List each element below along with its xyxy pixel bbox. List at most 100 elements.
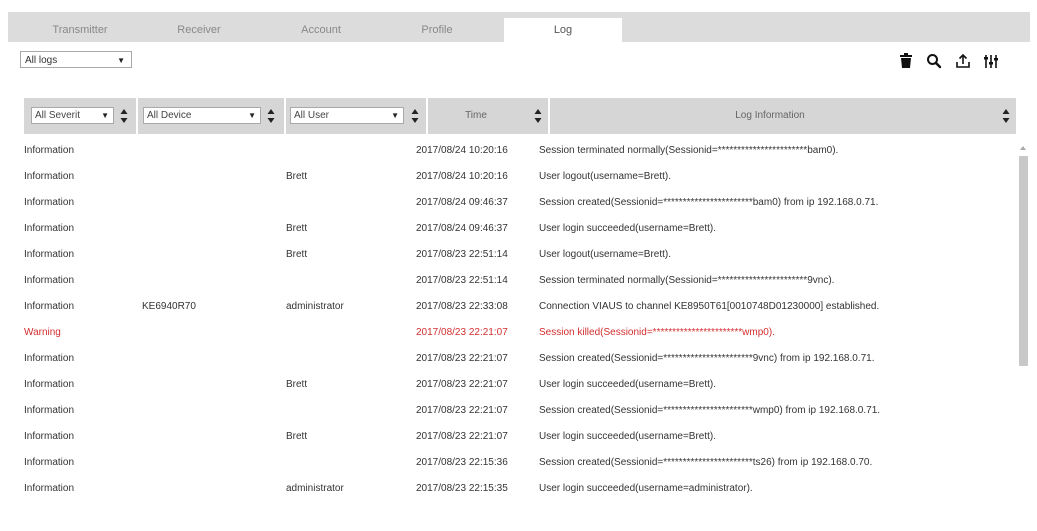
time-cell: 2017/08/24 10:20:16: [416, 171, 508, 182]
log-info-cell: User login succeeded(username=administra…: [539, 483, 753, 494]
user-cell: Brett: [286, 249, 308, 260]
table-row[interactable]: Information administrator 2017/08/23 22:15…: [24, 476, 1014, 502]
log-type-select[interactable]: All logs ▼: [20, 51, 132, 68]
table-row[interactable]: Information 2017/08/24 09:46:37 Session cr…: [24, 190, 1014, 216]
table-row[interactable]: Warning 2017/08/23 22:21:07 Session killed…: [24, 320, 1014, 346]
table-row[interactable]: Information KE6940R70 administrator 2017/08…: [24, 294, 1014, 320]
chevron-down-icon: ▼: [248, 111, 256, 120]
settings-sliders-icon[interactable]: [983, 53, 999, 69]
log-info-cell: Session terminated normally(Sessionid=**…: [539, 275, 835, 286]
scroll-up-icon[interactable]: [1020, 146, 1026, 150]
severity-cell: Warning: [24, 327, 61, 338]
table-row[interactable]: Information Brett 2017/08/24 09:46:37 User …: [24, 216, 1014, 242]
sort-icon[interactable]: [1002, 108, 1010, 124]
export-icon[interactable]: [955, 53, 971, 69]
scrollbar-thumb[interactable]: [1019, 156, 1028, 366]
header-log-information[interactable]: Log Information: [550, 98, 1016, 134]
header-time[interactable]: Time: [428, 98, 548, 134]
time-cell: 2017/08/23 22:51:14: [416, 275, 508, 286]
trash-icon[interactable]: [899, 53, 915, 69]
tab-profile[interactable]: Profile: [398, 12, 476, 42]
tab-account[interactable]: Account: [276, 12, 366, 42]
severity-cell: Information: [24, 197, 75, 208]
severity-cell: Information: [24, 405, 75, 416]
severity-cell: Information: [24, 223, 75, 234]
table-row[interactable]: Information Brett 2017/08/23 22:21:07 User …: [24, 424, 1014, 450]
time-cell: 2017/08/24 10:20:16: [416, 145, 508, 156]
severity-cell: Information: [24, 353, 75, 364]
time-column-label: Time: [465, 110, 487, 121]
user-cell: administrator: [286, 483, 344, 494]
severity-cell: Information: [24, 275, 75, 286]
header-user: All User ▼: [286, 98, 426, 134]
sort-icon[interactable]: [534, 108, 542, 124]
header-severity: All Severit ▼: [24, 98, 136, 134]
log-info-cell: User logout(username=Brett).: [539, 171, 672, 182]
time-cell: 2017/08/23 22:21:07: [416, 431, 508, 442]
log-info-cell: Session created(Sessionid=**************…: [539, 457, 873, 468]
chevron-down-icon: ▼: [117, 56, 125, 65]
table-row[interactable]: Information 2017/08/23 22:21:07 Session cr…: [24, 398, 1014, 424]
log-viewer-app: Transmitter Receiver Account Profile Log…: [0, 0, 1037, 531]
time-cell: 2017/08/24 09:46:37: [416, 223, 508, 234]
tab-transmitter[interactable]: Transmitter: [36, 12, 124, 42]
user-cell: administrator: [286, 301, 344, 312]
severity-filter-select[interactable]: All Severit ▼: [31, 107, 114, 124]
time-cell: 2017/08/23 22:33:08: [416, 301, 508, 312]
severity-cell: Information: [24, 249, 75, 260]
header-device: All Device ▼: [138, 98, 284, 134]
log-table-header: All Severit ▼ All Device ▼ All User ▼ Ti…: [24, 98, 1016, 134]
severity-cell: Information: [24, 431, 75, 442]
time-cell: 2017/08/23 22:21:07: [416, 327, 508, 338]
table-row[interactable]: Information Brett 2017/08/23 22:51:14 User …: [24, 242, 1014, 268]
time-cell: 2017/08/23 22:15:35: [416, 483, 508, 494]
time-cell: 2017/08/23 22:15:36: [416, 457, 508, 468]
log-info-cell: User login succeeded(username=Brett).: [539, 223, 717, 234]
device-filter-select[interactable]: All Device ▼: [143, 107, 261, 124]
severity-cell: Information: [24, 457, 75, 468]
user-filter-value: All User: [294, 110, 330, 121]
log-info-cell: Session created(Sessionid=**************…: [539, 405, 881, 416]
severity-cell: Information: [24, 145, 75, 156]
table-row[interactable]: Information 2017/08/23 22:51:14 Session te…: [24, 268, 1014, 294]
table-row[interactable]: Information 2017/08/23 22:15:36 Session cr…: [24, 450, 1014, 476]
log-scrollbar[interactable]: [1018, 140, 1030, 531]
sort-icon[interactable]: [411, 108, 419, 124]
search-icon[interactable]: [926, 53, 942, 69]
chevron-down-icon: ▼: [391, 111, 399, 120]
tab-log[interactable]: Log: [504, 18, 622, 48]
time-cell: 2017/08/23 22:21:07: [416, 353, 508, 364]
user-filter-select[interactable]: All User ▼: [290, 107, 404, 124]
table-row[interactable]: Information 2017/08/23 22:21:07 Session cr…: [24, 346, 1014, 372]
log-info-cell: Connection VIAUS to channel KE8950T61[00…: [539, 301, 880, 312]
log-info-cell: Session created(Sessionid=**************…: [539, 197, 879, 208]
sort-icon[interactable]: [267, 108, 275, 124]
log-info-cell: Session killed(Sessionid=***************…: [539, 327, 775, 338]
chevron-down-icon: ▼: [101, 111, 109, 120]
table-row[interactable]: Information 2017/08/24 10:20:16 Session te…: [24, 138, 1014, 164]
device-cell: KE6940R70: [142, 301, 196, 312]
log-type-select-value: All logs: [25, 55, 58, 66]
user-cell: Brett: [286, 379, 308, 390]
table-row[interactable]: Information Brett 2017/08/24 10:20:16 User …: [24, 164, 1014, 190]
table-row[interactable]: Information Brett 2017/08/23 22:21:07 User …: [24, 372, 1014, 398]
time-cell: 2017/08/23 22:51:14: [416, 249, 508, 260]
user-cell: Brett: [286, 171, 308, 182]
severity-cell: Information: [24, 171, 75, 182]
severity-filter-value: All Severit: [35, 110, 81, 121]
log-table-body: Information 2017/08/24 10:20:16 Session te…: [24, 138, 1014, 531]
severity-cell: Information: [24, 379, 75, 390]
log-info-cell: Session terminated normally(Sessionid=**…: [539, 145, 839, 156]
time-cell: 2017/08/23 22:21:07: [416, 379, 508, 390]
severity-cell: Information: [24, 483, 75, 494]
time-cell: 2017/08/23 22:21:07: [416, 405, 508, 416]
log-info-cell: User login succeeded(username=Brett).: [539, 379, 717, 390]
tab-receiver[interactable]: Receiver: [154, 12, 244, 42]
user-cell: Brett: [286, 223, 308, 234]
user-cell: Brett: [286, 431, 308, 442]
log-information-column-label: Log Information: [735, 110, 805, 121]
log-info-cell: User login succeeded(username=Brett).: [539, 431, 717, 442]
severity-cell: Information: [24, 301, 75, 312]
sort-icon[interactable]: [120, 108, 128, 124]
tab-bar: Transmitter Receiver Account Profile Log: [8, 12, 1030, 48]
